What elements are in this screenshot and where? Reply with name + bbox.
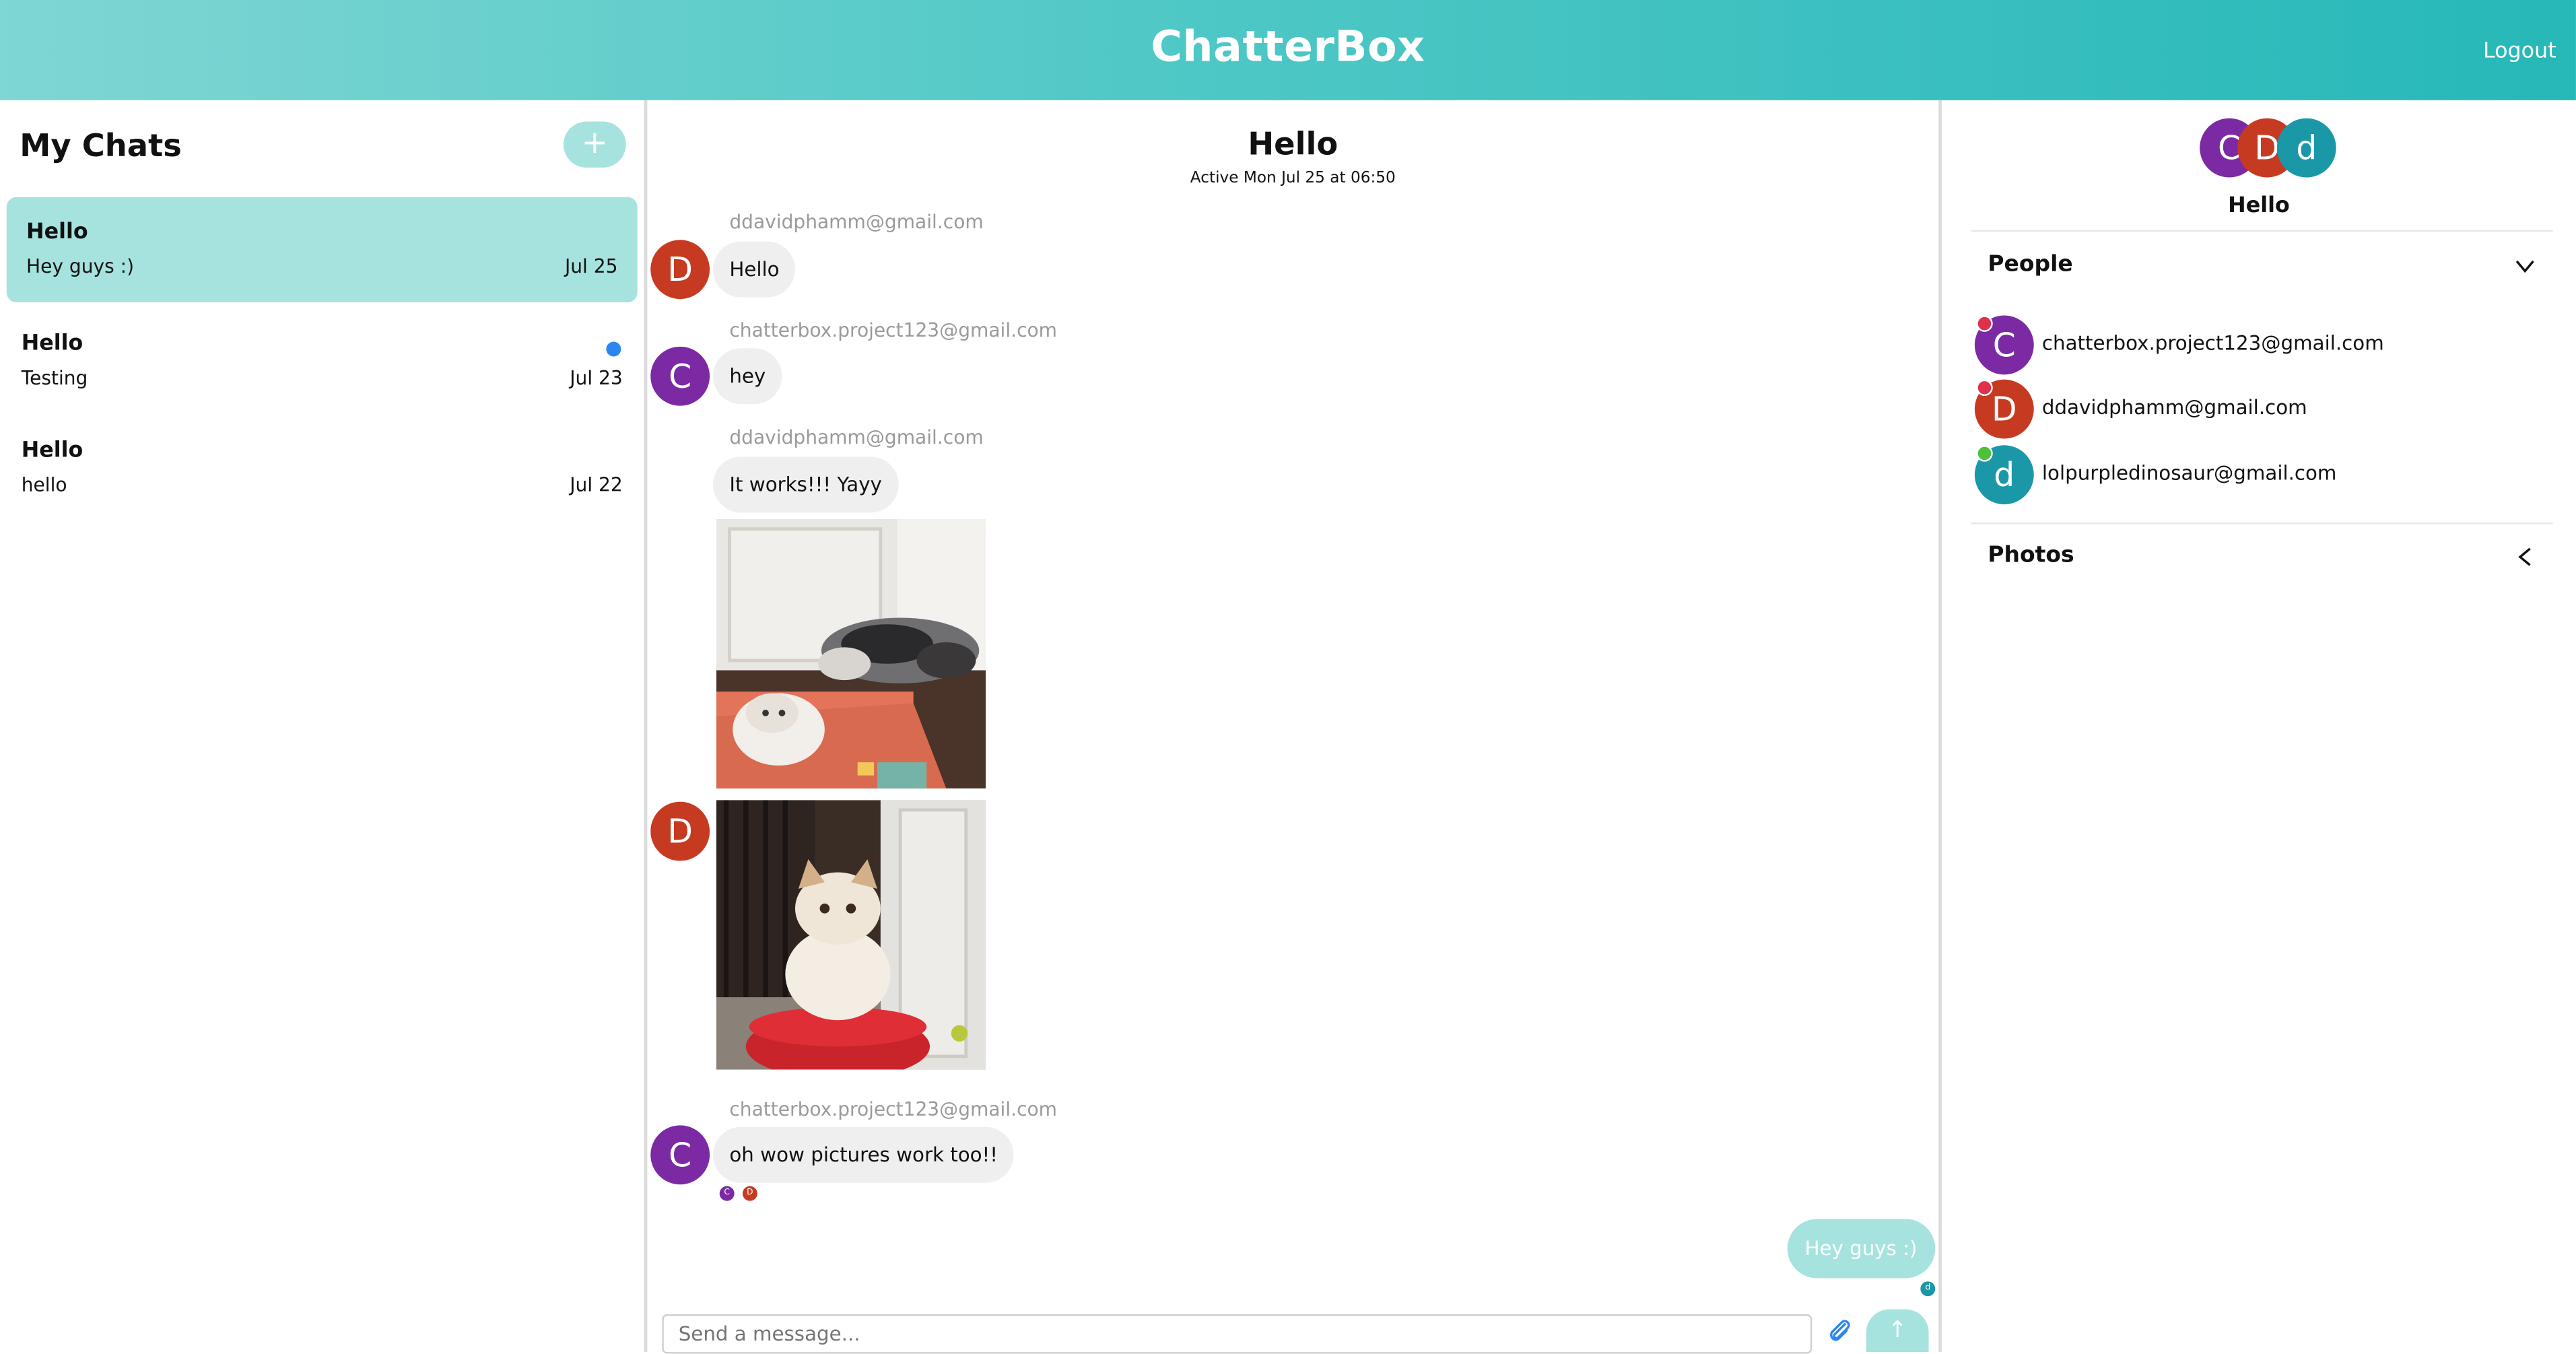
chat-title: Hello <box>26 219 88 245</box>
person-email: lolpurpledinosaur@gmail.com <box>2041 461 2337 485</box>
message-bubble: Hello <box>712 241 796 298</box>
logout-button[interactable]: Logout <box>2483 40 2556 65</box>
chat-preview: Testing <box>21 366 88 390</box>
chevron-left-icon[interactable] <box>2513 545 2536 568</box>
chat-list-heading: My Chats <box>20 128 182 164</box>
person-email: chatterbox.project123@gmail.com <box>2041 331 2384 356</box>
dog-and-cat-image <box>716 519 986 789</box>
read-receipt-avatar: C <box>719 1186 735 1201</box>
message-input[interactable] <box>663 1317 1810 1351</box>
chat-date: Jul 25 <box>564 255 618 278</box>
online-status-dot <box>1976 445 1993 462</box>
app-header: ChatterBox Logout <box>0 0 2576 100</box>
message-sender: ddavidphamm@gmail.com <box>729 210 984 234</box>
conversation-title: Hello <box>1248 126 1338 163</box>
chevron-down-icon[interactable] <box>2513 255 2536 277</box>
avatar: C <box>650 346 710 406</box>
message-bubble: It works!!! Yayy <box>712 456 899 513</box>
message-photo[interactable] <box>716 800 986 1070</box>
chat-list-item[interactable]: Hello Hey guys :) Jul 25 <box>6 197 638 302</box>
message-sender: ddavidphamm@gmail.com <box>729 425 984 449</box>
chat-title: Hello <box>21 438 83 464</box>
message-bubble: hey <box>712 348 782 405</box>
chat-date: Jul 23 <box>570 366 623 390</box>
person-row[interactable]: d lolpurpledinosaur@gmail.com <box>1974 445 2534 505</box>
paperclip-icon[interactable] <box>1827 1318 1853 1347</box>
group-name: Hello <box>2228 193 2290 219</box>
chat-list-panel: My Chats + Hello Hey guys :) Jul 25 Hell… <box>0 100 648 1353</box>
chatterbox-app: ChatterBox Logout My Chats + Hello Hey g… <box>0 0 2576 1354</box>
read-receipt-avatar: D <box>742 1186 757 1201</box>
divider <box>1971 230 2553 232</box>
message-photo[interactable] <box>716 519 986 789</box>
own-message-bubble: Hey guys :) <box>1786 1219 1936 1279</box>
message-bubble: oh wow pictures work too!! <box>712 1126 1015 1183</box>
new-chat-button[interactable]: + <box>563 121 626 168</box>
message-sender: chatterbox.project123@gmail.com <box>729 1097 1058 1121</box>
person-email: ddavidphamm@gmail.com <box>2041 396 2307 419</box>
chat-list-item[interactable]: Hello Testing Jul 23 <box>7 309 638 414</box>
group-avatar: d <box>2276 118 2336 178</box>
avatar: D <box>650 240 710 300</box>
chat-title: Hello <box>21 331 83 357</box>
offline-status-dot <box>1976 315 1993 332</box>
offline-status-dot <box>1976 379 1993 397</box>
avatar: C <box>650 1125 710 1185</box>
photos-section-toggle[interactable]: Photos <box>1988 542 2074 568</box>
read-receipt-avatar: d <box>1920 1281 1936 1297</box>
conversation-panel: Hello Active Mon Jul 25 at 06:50 ddavidp… <box>647 100 1942 1354</box>
avatar: D <box>650 801 710 861</box>
cat-on-stool-image <box>716 800 986 1070</box>
app-title: ChatterBox <box>1151 23 1425 73</box>
message-sender: chatterbox.project123@gmail.com <box>729 318 1058 342</box>
unread-indicator <box>606 341 621 357</box>
divider <box>1971 522 2553 524</box>
conversation-active-status: Active Mon Jul 25 at 06:50 <box>1190 169 1396 188</box>
people-section-toggle[interactable]: People <box>1988 251 2072 277</box>
send-button[interactable]: ↑ <box>1866 1309 1929 1353</box>
chat-preview: hello <box>21 473 67 496</box>
chat-list-item[interactable]: Hello hello Jul 22 <box>7 415 638 520</box>
message-composer <box>662 1314 1812 1354</box>
chat-details-panel: C D d Hello People C chatterbox.project1… <box>1942 100 2576 1352</box>
chat-preview: Hey guys :) <box>26 255 135 278</box>
person-row[interactable]: C chatterbox.project123@gmail.com <box>1974 315 2534 375</box>
person-row[interactable]: D ddavidphamm@gmail.com <box>1974 379 2534 439</box>
chat-date: Jul 22 <box>570 473 623 496</box>
